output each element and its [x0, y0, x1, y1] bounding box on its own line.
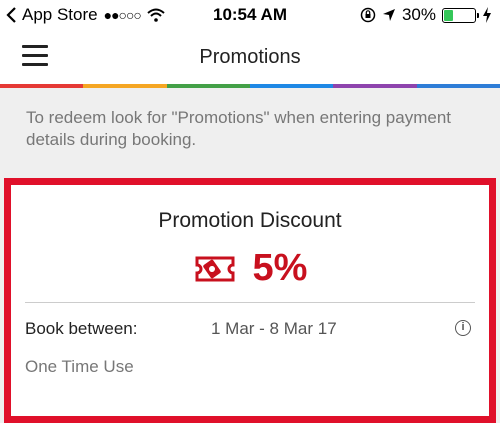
status-right: 30%	[360, 5, 492, 25]
rainbow-segment	[333, 84, 417, 88]
book-between-dates: 1 Mar - 8 Mar 17	[211, 319, 337, 338]
navigation-bar: Promotions	[0, 30, 500, 84]
rainbow-segment	[166, 84, 250, 88]
rainbow-segment	[83, 84, 167, 88]
discount-row: 5%	[11, 247, 489, 290]
info-icon[interactable]: i	[455, 320, 471, 336]
status-bar: App Store ●●○○○ 10:54 AM 30%	[0, 0, 500, 30]
rainbow-segment	[416, 84, 500, 88]
card-divider	[25, 302, 475, 303]
charging-bolt-icon	[483, 7, 491, 23]
rotation-lock-icon	[360, 7, 376, 23]
rainbow-segment	[249, 84, 334, 88]
rainbow-accent-bar	[0, 84, 500, 88]
battery-fill	[444, 9, 453, 21]
battery-icon	[442, 7, 479, 23]
battery-percent: 30%	[401, 5, 436, 24]
usage-limit: One Time Use	[25, 357, 134, 376]
page-title: Promotions	[199, 46, 301, 68]
discount-ticket-icon	[195, 256, 235, 281]
promotion-card[interactable]: Promotion Discount 5% Book between: 1 Ma…	[4, 178, 496, 423]
redeem-instructions: To redeem look for "Promotions" when ent…	[26, 108, 452, 149]
discount-percentage: 5%	[252, 247, 308, 289]
promotion-title: Promotion Discount	[158, 209, 342, 232]
book-between-label: Book between:	[25, 319, 138, 338]
rainbow-segment	[0, 84, 84, 88]
location-arrow-icon	[382, 9, 395, 21]
